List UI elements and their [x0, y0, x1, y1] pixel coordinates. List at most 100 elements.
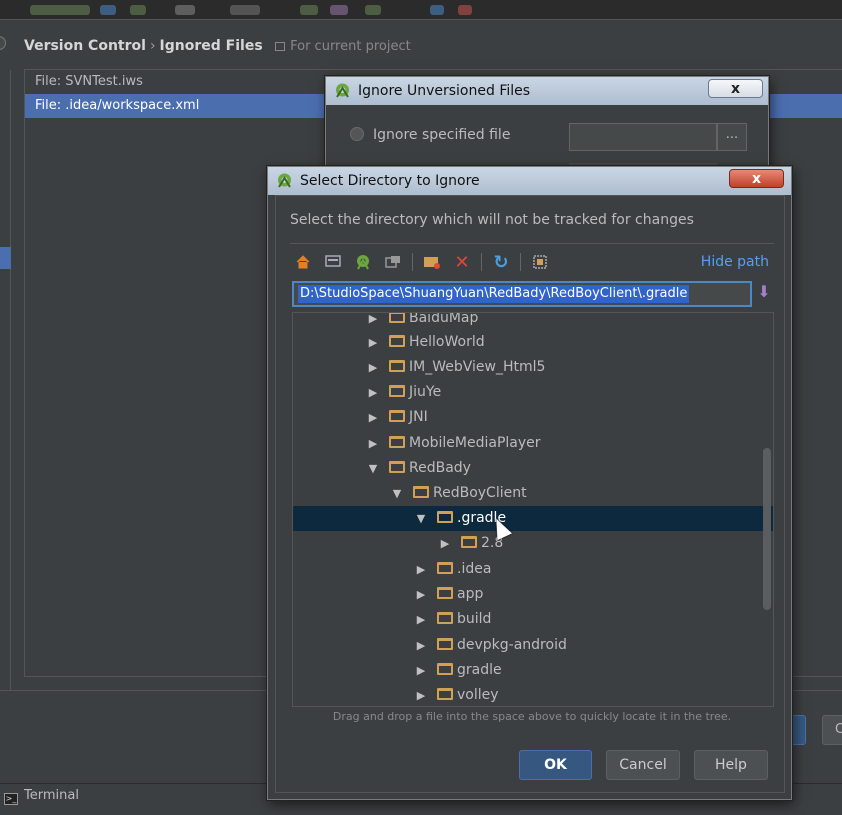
path-input[interactable]: D:\StudioSpace\ShuangYuan\RedBady\RedBoy… [292, 281, 752, 307]
tree-node[interactable]: ▶ build [293, 607, 773, 632]
path-history-icon[interactable]: ⬇ [754, 282, 774, 306]
folder-icon [389, 385, 405, 397]
scope-label: For current project [275, 39, 411, 54]
file-path-input[interactable] [569, 123, 717, 151]
close-button[interactable]: x [729, 169, 784, 188]
toolbar-icon[interactable] [230, 5, 260, 15]
hide-path-link[interactable]: Hide path [701, 254, 769, 270]
tree-node-selected[interactable]: ▼ .gradle [293, 506, 773, 531]
directory-tree[interactable]: ▶ BaiduMap ▶ HelloWorld ▶ IM_WebView_Html5 … [292, 312, 774, 707]
expand-arrow-icon[interactable]: ▶ [415, 557, 427, 582]
tree-node[interactable]: ▶ JiuYe [293, 380, 773, 405]
settings-tree-panel [0, 70, 11, 690]
close-button[interactable]: x [708, 79, 763, 98]
tree-node-label: HelloWorld [409, 334, 485, 350]
expand-arrow-icon[interactable]: ▶ [415, 582, 427, 607]
tree-node-label: RedBady [409, 460, 471, 476]
delete-icon[interactable]: ✕ [451, 251, 473, 273]
terminal-tab[interactable]: >_ Terminal [4, 786, 79, 806]
breadcrumb-page: Ignored Files [159, 38, 263, 54]
tree-node[interactable]: ▶ devpkg-android [293, 633, 773, 658]
refresh-icon[interactable]: ↻ [490, 251, 512, 273]
radio-button[interactable] [350, 127, 364, 141]
tree-node[interactable]: ▶ MobileMediaPlayer [293, 431, 773, 456]
expand-arrow-icon[interactable]: ▶ [415, 658, 427, 683]
toolbar-icon[interactable] [175, 5, 195, 15]
tree-node[interactable]: ▶ gradle [293, 658, 773, 683]
breadcrumb: Version Control › Ignored Files For curren… [24, 38, 411, 54]
android-icon[interactable] [352, 251, 374, 273]
tree-node[interactable]: ▶ app [293, 582, 773, 607]
desktop-icon[interactable] [322, 251, 344, 273]
expand-arrow-icon[interactable]: ▶ [415, 607, 427, 632]
toolbar-icon[interactable] [130, 5, 146, 15]
tree-node-label: IM_WebView_Html5 [409, 359, 546, 375]
tree-node-label: app [457, 586, 484, 602]
tree-node[interactable]: ▼ RedBoyClient [293, 481, 773, 506]
dialog-title: Ignore Unversioned Files [358, 83, 531, 99]
expand-arrow-icon[interactable]: ▶ [439, 531, 451, 556]
expand-arrow-icon[interactable]: ▶ [367, 431, 379, 456]
tree-node[interactable]: ▶ .idea [293, 557, 773, 582]
toolbar-icon[interactable] [365, 5, 381, 15]
tree-node[interactable]: ▼ RedBady [293, 456, 773, 481]
folder-icon [437, 562, 453, 574]
tree-node[interactable]: ▶ volley [293, 683, 773, 706]
module-icon[interactable] [382, 251, 404, 273]
tree-node-label: JiuYe [409, 384, 442, 400]
toolbar-icon[interactable] [458, 5, 472, 15]
folder-icon [437, 511, 453, 523]
tree-node-label: devpkg-android [457, 637, 567, 653]
tree-node-label: BaiduMap [409, 312, 479, 326]
toolbar-icon[interactable] [30, 5, 90, 15]
ignore-file-option[interactable]: Ignore specified file [350, 127, 510, 143]
expand-arrow-icon[interactable]: ▶ [367, 330, 379, 355]
android-studio-icon [336, 83, 349, 98]
dialog-title: Select Directory to Ignore [300, 173, 480, 189]
toolbar-icon[interactable] [330, 5, 348, 15]
toolbar-icon[interactable] [300, 5, 318, 15]
home-icon[interactable] [292, 251, 314, 273]
ok-button[interactable]: OK [519, 750, 592, 780]
help-button[interactable]: Help [694, 750, 768, 780]
collapse-arrow-icon[interactable]: ▼ [391, 481, 403, 506]
dialog-description: Select the directory which will not be t… [290, 212, 694, 228]
tree-node[interactable]: ▶ JNI [293, 405, 773, 430]
tree-scrollbar[interactable] [763, 448, 771, 610]
android-studio-icon [278, 173, 291, 188]
settings-cancel-button[interactable]: C [822, 715, 842, 745]
settings-tree-selected-item[interactable] [0, 247, 11, 269]
scope-text: For current project [290, 39, 411, 54]
dialog-body: Select the directory which will not be t… [275, 195, 785, 793]
folder-icon [389, 461, 405, 473]
dialog-title-bar[interactable]: Ignore Unversioned Files x [326, 77, 768, 105]
folder-icon [413, 486, 429, 498]
dialog-title-bar[interactable]: Select Directory to Ignore x [268, 167, 791, 195]
expand-arrow-icon[interactable]: ▶ [415, 683, 427, 706]
tree-node-label: MobileMediaPlayer [409, 435, 541, 451]
expand-arrow-icon[interactable]: ▶ [367, 380, 379, 405]
tree-node[interactable]: ▶ BaiduMap [293, 312, 773, 331]
folder-icon [437, 663, 453, 675]
toolbar-icon[interactable] [100, 5, 116, 15]
folder-icon [437, 587, 453, 599]
folder-icon [461, 536, 477, 548]
toolbar-icon[interactable] [430, 5, 444, 15]
tree-node[interactable]: ▶ HelloWorld [293, 330, 773, 355]
tree-node[interactable]: ▶ 2.8 [293, 531, 773, 556]
folder-icon [437, 688, 453, 700]
breadcrumb-section: Version Control [24, 38, 146, 54]
tree-node[interactable]: ▶ IM_WebView_Html5 [293, 355, 773, 380]
expand-arrow-icon[interactable]: ▶ [367, 405, 379, 430]
expand-arrow-icon[interactable]: ▶ [367, 313, 379, 331]
toolbar-separator [412, 253, 413, 271]
collapse-arrow-icon[interactable]: ▼ [415, 506, 427, 531]
expand-arrow-icon[interactable]: ▶ [415, 633, 427, 658]
folder-icon [437, 612, 453, 624]
cancel-button[interactable]: Cancel [606, 750, 680, 780]
show-hidden-icon[interactable] [529, 251, 551, 273]
collapse-arrow-icon[interactable]: ▼ [367, 456, 379, 481]
new-folder-icon[interactable] [421, 251, 443, 273]
expand-arrow-icon[interactable]: ▶ [367, 355, 379, 380]
browse-button[interactable]: ... [717, 123, 747, 151]
